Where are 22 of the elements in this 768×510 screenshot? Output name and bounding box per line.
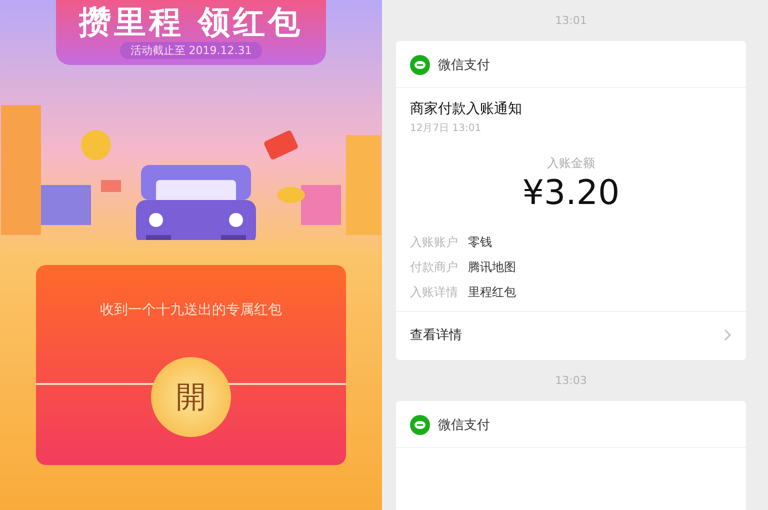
amount-value: ¥3.20 [521,172,621,214]
field-value: 里程红包 [468,284,516,301]
field-label: 入账账户 [410,234,458,251]
field-label: 入账详情 [410,284,458,301]
notice-title: 商家付款入账通知 [410,100,523,118]
field-value: 腾讯地图 [468,259,516,276]
wechat-pay-logo-icon [410,415,430,435]
promo-title: 攒里程 领红包 [78,2,304,42]
sender-name: 微信支付 [438,57,490,74]
chevron-right-icon [724,329,732,341]
message-time: 13:03 [555,374,587,387]
view-details-link[interactable]: 查看详情 [396,312,746,360]
promo-subtitle: 活动截止至 2019.12.31 [120,42,262,59]
amount-label: 入账金额 [546,155,596,172]
message-time: 13:01 [555,14,587,27]
open-button[interactable]: 開 [151,357,231,437]
sender-name: 微信支付 [438,417,490,434]
wechat-pay-logo-icon [410,55,430,75]
field-value: 零钱 [468,234,492,251]
notice-date: 12月7日 13:01 [410,122,482,135]
field-label: 付款商户 [410,259,458,276]
envelope-message: 收到一个十九送出的专属红包 [100,301,282,319]
